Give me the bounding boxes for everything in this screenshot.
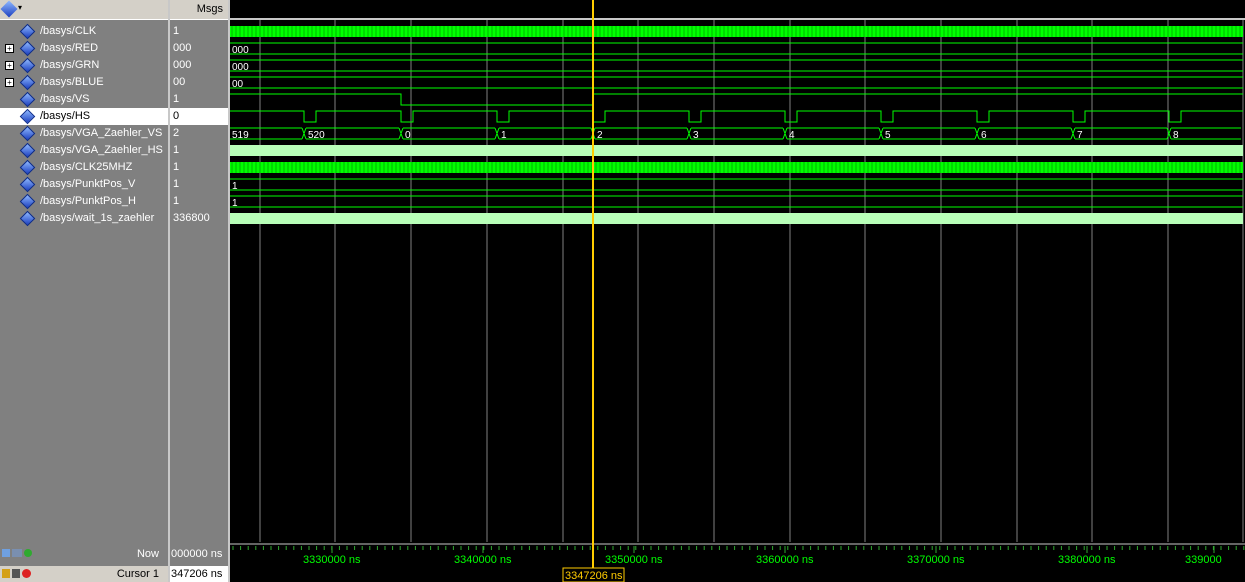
expand-icon[interactable]: + [5, 44, 14, 53]
footer-values: 000000 ns 347206 ns [170, 544, 228, 582]
signal-value: 1 [173, 195, 180, 207]
signal-row[interactable]: /basys/VGA_Zaehler_VS [0, 125, 168, 142]
waveform-canvas[interactable]: 00000000519 520 0 1 2 3 4 5 6 7 811 [230, 0, 1245, 542]
ruler-tick-label: 3340000 ns [454, 554, 512, 566]
bus-value-label: 1 [232, 181, 238, 192]
sim-icons[interactable] [2, 548, 38, 558]
ruler-tick-label: 3330000 ns [303, 554, 361, 566]
solid-bus-wave [230, 145, 1243, 156]
signal-name: /basys/CLK25MHZ [40, 161, 133, 173]
bus-value-label: 00 [232, 79, 244, 90]
signal-row[interactable]: /basys/PunktPos_H [0, 193, 168, 210]
cursor-row: Cursor 1 [0, 566, 168, 582]
expand-icon[interactable]: + [5, 61, 14, 70]
delete-cursor-icon[interactable] [22, 569, 31, 578]
signal-diamond-icon [19, 142, 36, 159]
signal-diamond-icon [19, 74, 36, 91]
now-value: 000000 ns [171, 548, 223, 560]
values-header: Msgs [170, 0, 228, 20]
cursor-tools-icons[interactable] [2, 569, 31, 581]
signal-name: /basys/wait_1s_zaehler [40, 212, 155, 224]
signal-value: 336800 [173, 212, 210, 224]
signal-diamond-icon [19, 108, 36, 125]
signal-value: 2 [173, 127, 180, 139]
signal-value: 00 [173, 76, 186, 88]
wave-header-line [230, 18, 1245, 20]
msgs-label: Msgs [196, 3, 223, 15]
signal-row[interactable]: /basys/CLK [0, 23, 168, 40]
signal-value: 1 [173, 161, 180, 173]
now-label: Now [136, 548, 159, 560]
add-icon[interactable] [24, 549, 32, 557]
signal-name: /basys/CLK [40, 25, 97, 37]
cursor-value: 347206 ns [171, 568, 223, 580]
signal-value: 1 [173, 178, 180, 190]
ruler-tick-label: 339000 [1185, 554, 1222, 566]
signal-name: /basys/VGA_Zaehler_HS [40, 144, 163, 156]
signal-name: /basys/GRN [40, 59, 100, 71]
signal-value: 1 [173, 144, 180, 156]
counter-wave [230, 127, 1241, 140]
signal-name: /basys/PunktPos_H [40, 195, 136, 207]
zoom-icon[interactable] [2, 549, 10, 557]
signal-name: /basys/HS [40, 110, 91, 122]
bus-value-label: 000 [232, 62, 249, 73]
time-ruler[interactable]: 3330000 ns 3340000 ns 3350000 ns 3360000 ns… [230, 542, 1245, 582]
expand-icon[interactable]: + [5, 78, 14, 87]
signal-name: /basys/VGA_Zaehler_VS [40, 127, 163, 139]
signal-row[interactable]: /basys/CLK25MHZ [0, 159, 168, 176]
signal-diamond-icon [19, 125, 36, 142]
lock-icon[interactable] [2, 569, 10, 578]
signal-diamond-icon [19, 176, 36, 193]
signal-row[interactable]: /basys/VGA_Zaehler_HS [0, 142, 168, 159]
solid-bus-wave [230, 213, 1243, 224]
signal-diamond-icon [19, 91, 36, 108]
signal-diamond-icon [19, 159, 36, 176]
signal-value: 000 [173, 59, 192, 71]
bus-value-label: 1 [232, 198, 238, 209]
signal-name: /basys/BLUE [40, 76, 104, 88]
signal-row[interactable]: /basys/HS [0, 108, 168, 125]
signal-diamond-icon [19, 40, 36, 57]
signal-name: /basys/RED [40, 42, 99, 54]
cursor-flag-label: 3347206 ns [565, 570, 623, 582]
time-ruler-canvas[interactable]: 3330000 ns 3340000 ns 3350000 ns 3360000 ns… [230, 542, 1245, 582]
signal-diamond-icon [19, 23, 36, 40]
signal-name: /basys/VS [40, 93, 90, 105]
signal-diamond-icon [19, 210, 36, 227]
cursor-value-box: 347206 ns [170, 566, 228, 582]
signal-names-pane: ▾ /basys/CLK + /basys/RED + /basys/GRN + /basy… [0, 0, 168, 582]
signal-row[interactable]: + /basys/GRN [0, 57, 168, 74]
signal-name: /basys/PunktPos_V [40, 178, 136, 190]
signal-value: 1 [173, 25, 180, 37]
monitor-icon[interactable] [12, 549, 22, 557]
signal-value: 0 [170, 108, 228, 125]
ruler-tick-label: 3370000 ns [907, 554, 965, 566]
signal-row[interactable]: /basys/PunktPos_V [0, 176, 168, 193]
signal-diamond-icon [19, 193, 36, 210]
waveform-pane[interactable]: 000 000 00 519 520 0 1 2 3 4 5 6 7 8 1 1 [230, 0, 1245, 542]
hs-wave [230, 110, 1243, 123]
ruler-tick-label: 3350000 ns [605, 554, 663, 566]
signal-row[interactable]: /basys/VS [0, 91, 168, 108]
ruler-tick-label: 3380000 ns [1058, 554, 1116, 566]
signal-diamond-icon [19, 57, 36, 74]
dropdown-arrow-icon[interactable]: ▾ [18, 3, 22, 12]
vs-wave [230, 93, 1243, 106]
wave-menu-icon[interactable] [0, 0, 18, 18]
signal-values-pane: Msgs 1 000 000 00 1 0 2 1 1 1 1 336800 [170, 0, 228, 582]
ruler-tick-label: 3360000 ns [756, 554, 814, 566]
bus-value-label: 000 [232, 45, 249, 56]
signal-value: 000 [173, 42, 192, 54]
footer-names: Now Cursor 1 [0, 544, 168, 582]
cursor-label: Cursor 1 [116, 568, 159, 580]
signal-row[interactable]: + /basys/RED [0, 40, 168, 57]
now-row: Now [0, 544, 168, 563]
names-header: ▾ [0, 0, 168, 20]
signal-row[interactable]: + /basys/BLUE [0, 74, 168, 91]
edit-cursor-icon[interactable] [12, 569, 20, 578]
signal-value: 1 [173, 93, 180, 105]
signal-row[interactable]: /basys/wait_1s_zaehler [0, 210, 168, 227]
